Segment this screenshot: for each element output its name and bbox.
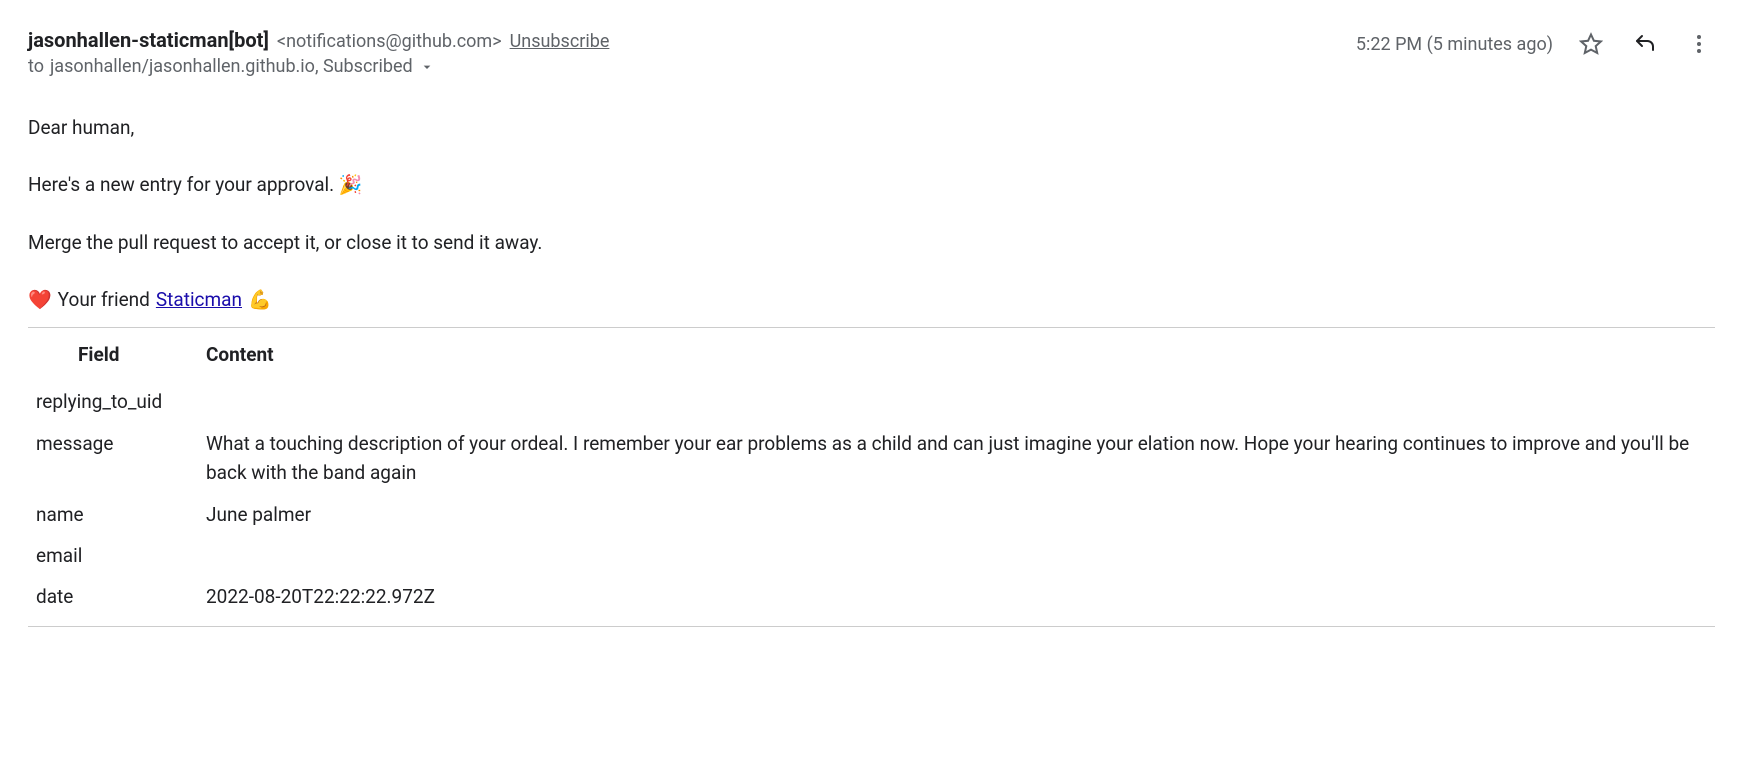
header-sender-block: jasonhallen-staticman[bot] <notification… — [28, 28, 1356, 77]
reply-icon[interactable] — [1629, 28, 1661, 60]
unsubscribe-link[interactable]: Unsubscribe — [510, 31, 610, 52]
recipient-line[interactable]: to jasonhallen/jasonhallen.github.io, Su… — [28, 56, 1356, 77]
sender-email: <notifications@github.com> — [277, 31, 502, 52]
email-header: jasonhallen-staticman[bot] <notification… — [28, 28, 1715, 77]
sender-name: jasonhallen-staticman[bot] — [28, 28, 269, 52]
header-actions: 5:22 PM (5 minutes ago) — [1356, 28, 1715, 60]
table-header-field: Field — [28, 328, 198, 381]
table-row: name June palmer — [28, 494, 1715, 535]
recipient-prefix: to — [28, 56, 44, 77]
sender-line: jasonhallen-staticman[bot] <notification… — [28, 28, 1356, 52]
signoff-line: ❤️ Your friend Staticman 💪 — [28, 285, 1715, 314]
table-row: message What a touching description of y… — [28, 423, 1715, 494]
field-content — [198, 535, 1715, 576]
field-name: name — [28, 494, 198, 535]
flex-icon: 💪 — [248, 285, 272, 314]
timestamp: 5:22 PM (5 minutes ago) — [1356, 34, 1553, 55]
body-line-2: Merge the pull request to accept it, or … — [28, 228, 1715, 257]
fields-table: Field Content replying_to_uid message Wh… — [28, 328, 1715, 626]
star-icon[interactable] — [1575, 28, 1607, 60]
table-row: email — [28, 535, 1715, 576]
table-row: date 2022-08-20T22:22:22.972Z — [28, 576, 1715, 625]
greeting: Dear human, — [28, 113, 1715, 142]
divider-bottom — [28, 626, 1715, 627]
field-content: 2022-08-20T22:22:22.972Z — [198, 576, 1715, 625]
signoff-prefix: Your friend — [58, 285, 150, 314]
field-name: message — [28, 423, 198, 494]
field-name: replying_to_uid — [28, 381, 198, 422]
table-row: replying_to_uid — [28, 381, 1715, 422]
recipient-text: jasonhallen/jasonhallen.github.io, Subsc… — [50, 56, 413, 77]
field-content — [198, 381, 1715, 422]
field-content: June palmer — [198, 494, 1715, 535]
email-body: Dear human, Here's a new entry for your … — [28, 113, 1715, 627]
heart-icon: ❤️ — [28, 285, 52, 314]
more-icon[interactable] — [1683, 28, 1715, 60]
field-name: date — [28, 576, 198, 625]
staticman-link[interactable]: Staticman — [156, 285, 242, 314]
body-line-1: Here's a new entry for your approval. 🎉 — [28, 170, 1715, 199]
field-content: What a touching description of your orde… — [198, 423, 1715, 494]
show-details-icon[interactable] — [419, 59, 435, 75]
table-header-content: Content — [198, 328, 1715, 381]
field-name: email — [28, 535, 198, 576]
